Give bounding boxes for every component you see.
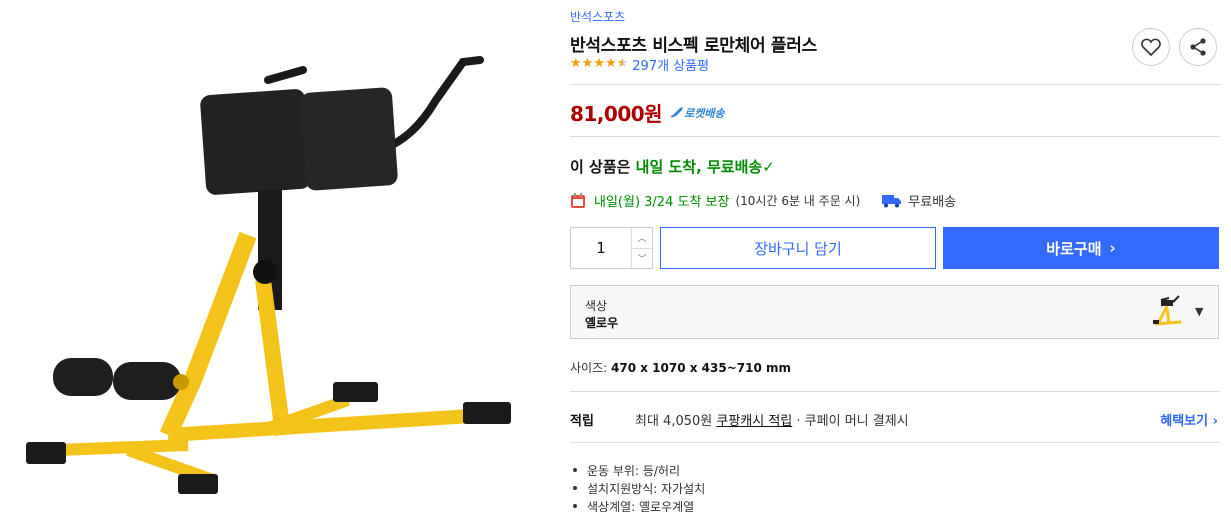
free-shipping-label: 무료배송: [908, 195, 957, 210]
delivery-headline: 이 상품은 내일 도착, 무료배송✓: [570, 156, 775, 177]
option-label: 색상: [585, 299, 608, 313]
star-icon: ★: [570, 56, 582, 71]
chevron-right-icon: ›: [1109, 239, 1116, 257]
chevron-down-icon[interactable]: ▼: [1195, 305, 1203, 318]
calendar-icon: [571, 192, 585, 208]
truck-icon: [882, 194, 902, 207]
product-attributes: 운동 부위: 등/허리 설치지원방식: 자가설치 색상계열: 옐로우계열: [570, 461, 705, 512]
buy-now-label: 바로구매: [1046, 239, 1102, 258]
divider: [570, 136, 1220, 137]
delivery-headline-prefix: 이 상품은: [570, 158, 636, 176]
divider: [570, 442, 1220, 443]
quantity-stepper-buttons: ︿ ﹀: [631, 228, 652, 268]
quantity-input[interactable]: [571, 228, 631, 268]
divider: [570, 391, 1220, 392]
rating-row[interactable]: ★ ★ ★ ★ ★ 297개 상품평: [570, 55, 709, 74]
reward-text: 최대 4,050원 쿠팡캐시 적립 · 쿠페이 머니 결제시: [635, 410, 909, 429]
heart-icon: [1141, 38, 1161, 56]
size-label: 사이즈:: [570, 361, 608, 375]
star-rating: ★ ★ ★ ★ ★: [570, 57, 628, 71]
wishlist-button[interactable]: [1132, 28, 1170, 66]
review-count-link[interactable]: 297개 상품평: [632, 55, 709, 74]
attribute-item: 운동 부위: 등/허리: [570, 461, 705, 479]
rocket-badge: 로켓배송: [670, 105, 725, 121]
add-to-cart-button[interactable]: 장바구니 담기: [660, 227, 936, 269]
brand-link[interactable]: 반석스포츠: [570, 8, 625, 25]
share-icon: [1190, 38, 1206, 56]
option-thumbnail: [1153, 295, 1182, 326]
size-info: 사이즈: 470 x 1070 x 435~710 mm: [570, 359, 791, 376]
star-icon: ★: [604, 56, 617, 71]
divider: [570, 84, 1220, 85]
size-value: 470 x 1070 x 435~710 mm: [611, 361, 791, 375]
rocket-label: 로켓배송: [684, 106, 725, 120]
check-icon: ✓: [762, 158, 775, 176]
attribute-item: 설치지원방식: 자가설치: [570, 479, 705, 497]
attribute-item: 색상계열: 옐로우계열: [570, 497, 705, 512]
buy-now-button[interactable]: 바로구매 ›: [943, 227, 1219, 269]
product-title: 반석스포츠 비스펙 로만체어 플러스: [570, 36, 817, 56]
reward-suffix: · 쿠페이 머니 결제시: [792, 414, 909, 429]
option-value: 옐로우: [585, 316, 619, 330]
order-cutoff: (10시간 6분 내 주문 시): [735, 194, 861, 208]
reward-prefix: 최대 4,050원: [635, 414, 717, 429]
share-button[interactable]: [1179, 28, 1217, 66]
product-page: 반석스포츠 반석스포츠 비스펙 로만체어 플러스 ★ ★ ★ ★ ★ 297개 …: [0, 0, 1231, 512]
benefits-link[interactable]: 혜택보기 ›: [1160, 410, 1218, 429]
color-option-select[interactable]: 색상 옐로우 ▼: [570, 285, 1219, 339]
star-icon: ★: [581, 56, 594, 71]
quantity-stepper: ︿ ﹀: [570, 227, 653, 269]
star-icon: ★: [593, 56, 605, 71]
delivery-headline-highlight: 내일 도착, 무료배송: [635, 158, 763, 176]
rocket-icon: [670, 106, 684, 118]
delivery-date: 내일(월) 3/24 도착 보장: [594, 195, 730, 210]
quantity-down-button[interactable]: ﹀: [632, 247, 652, 269]
delivery-detail: 내일(월) 3/24 도착 보장 (10시간 6분 내 주문 시) 무료배송: [570, 191, 956, 210]
coupang-cash-link[interactable]: 쿠팡캐시 적립: [716, 414, 792, 429]
price: 81,000원: [570, 102, 663, 126]
reward-label: 적립: [570, 414, 594, 429]
half-star-icon: ★: [616, 56, 629, 71]
price-row: 81,000원 로켓배송: [570, 98, 725, 127]
product-image[interactable]: [18, 40, 528, 510]
quantity-up-button[interactable]: ︿: [632, 228, 652, 248]
